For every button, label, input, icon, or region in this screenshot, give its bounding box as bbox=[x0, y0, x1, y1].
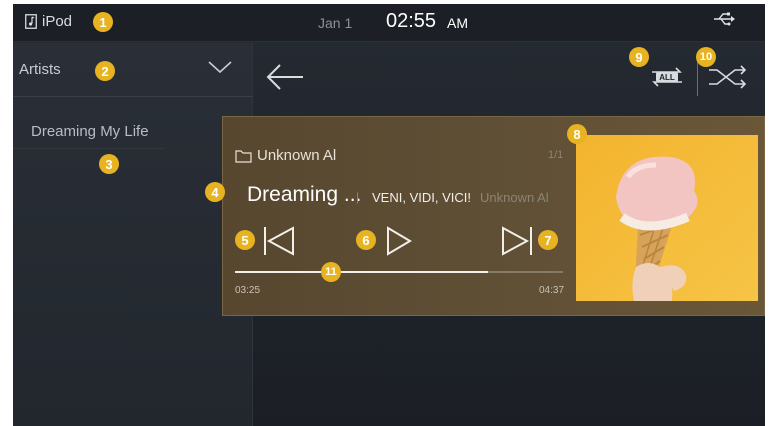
back-arrow-icon[interactable] bbox=[265, 62, 305, 92]
date: Jan 1 bbox=[318, 15, 353, 31]
callout-6: 6 bbox=[356, 230, 376, 250]
source-label: iPod bbox=[42, 13, 73, 30]
list-item[interactable]: Dreaming My Life bbox=[13, 99, 163, 149]
music-file-icon bbox=[25, 14, 37, 29]
skip-previous-icon[interactable] bbox=[261, 225, 297, 257]
browse-panel: Artists Dreaming My Life bbox=[13, 43, 253, 426]
progress-fill bbox=[235, 271, 488, 273]
callout-5: 5 bbox=[235, 230, 255, 250]
progress-bar[interactable] bbox=[235, 271, 563, 273]
folder-icon bbox=[235, 150, 252, 163]
callout-2: 2 bbox=[95, 61, 115, 81]
song-title: Dreaming ... bbox=[247, 183, 362, 206]
usb-icon bbox=[714, 12, 735, 26]
callout-7: 7 bbox=[538, 230, 558, 250]
infotainment-screen: iPod Jan 1 02:55 AM Artists Dreaming My … bbox=[13, 4, 765, 426]
now-playing-card: Unknown Al 1/1 Dreaming ... | VENI, VIDI… bbox=[222, 116, 765, 316]
total-time: 04:37 bbox=[539, 285, 565, 296]
callout-1: 1 bbox=[93, 12, 113, 32]
category-label: Artists bbox=[19, 61, 61, 78]
shuffle-icon[interactable] bbox=[707, 62, 749, 92]
repeat-all-icon[interactable]: ALL bbox=[646, 62, 688, 92]
album-art bbox=[576, 135, 758, 301]
repeat-badge: ALL bbox=[659, 73, 675, 82]
status-bar: iPod Jan 1 02:55 AM bbox=[13, 4, 765, 42]
callout-10: 10 bbox=[696, 47, 716, 67]
category-selector[interactable]: Artists bbox=[13, 43, 253, 97]
elapsed-time: 03:25 bbox=[235, 285, 261, 296]
folder-name: Unknown Al bbox=[257, 147, 337, 164]
callout-3: 3 bbox=[99, 154, 119, 174]
clock-time: 02:55 bbox=[386, 10, 437, 32]
artist-name: VENI, VIDI, VICI! bbox=[372, 190, 471, 205]
list-item-label: Dreaming My Life bbox=[31, 123, 149, 140]
album-name: Unknown Al bbox=[480, 190, 549, 205]
divider bbox=[697, 62, 698, 96]
play-icon[interactable] bbox=[384, 225, 414, 257]
callout-4: 4 bbox=[205, 182, 225, 202]
callout-8: 8 bbox=[567, 124, 587, 144]
chevron-down-icon bbox=[208, 61, 232, 74]
callout-11: 11 bbox=[321, 262, 341, 282]
media-source[interactable]: iPod bbox=[25, 13, 72, 30]
callout-9: 9 bbox=[629, 47, 649, 67]
track-count: 1/1 bbox=[548, 149, 564, 161]
title-separator: | bbox=[356, 190, 360, 204]
clock-ampm: AM bbox=[447, 15, 468, 31]
skip-next-icon[interactable] bbox=[499, 225, 535, 257]
